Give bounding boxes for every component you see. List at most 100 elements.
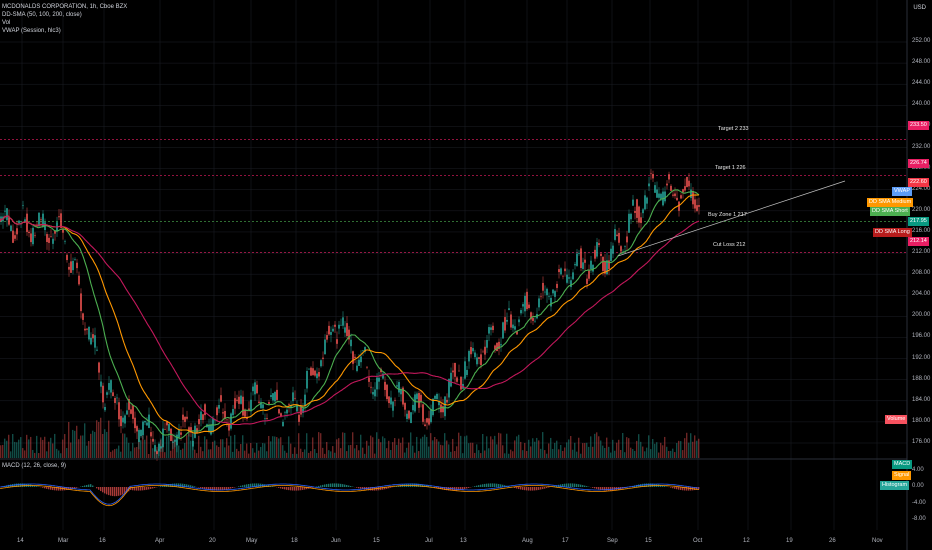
buy-zone-annotation[interactable]: Buy Zone 1 217 (708, 212, 747, 218)
price-tag[interactable]: DD SMA Short (870, 207, 910, 216)
volume-bar (510, 449, 512, 458)
volume-indicator-label[interactable]: Vol (2, 19, 127, 27)
candle-body (410, 412, 412, 423)
price-tag[interactable]: 233.50 (908, 121, 929, 130)
price-tag[interactable]: MACD (892, 460, 913, 469)
candle-body (566, 274, 568, 283)
histogram-bar (482, 484, 484, 487)
candle-body (374, 389, 376, 397)
volume-bar (100, 417, 102, 458)
price-tag[interactable]: Volume (885, 415, 908, 424)
candle-body (642, 209, 644, 214)
price-tag[interactable]: 212.14 (908, 237, 929, 246)
volume-bar (350, 444, 352, 458)
candle-body (450, 372, 452, 387)
volume-bar (562, 450, 564, 458)
histogram-bar (672, 487, 674, 489)
volume-bar (662, 445, 664, 458)
volume-bar (688, 442, 690, 458)
histogram-bar (242, 485, 244, 487)
volume-bar (478, 450, 480, 458)
histogram-bar (302, 487, 304, 490)
candle-body (242, 396, 244, 416)
volume-bar (120, 451, 122, 458)
histogram-bar (100, 487, 102, 492)
candle-body (96, 349, 98, 351)
candle-body (386, 384, 388, 400)
histogram-bar (248, 483, 250, 487)
volume-bar (628, 438, 630, 458)
volume-bar (0, 445, 2, 458)
histogram-bar (532, 487, 534, 491)
symbol-title[interactable]: MCDONALDS CORPORATION, 1h, Cboe BZX (2, 3, 127, 11)
volume-bar (264, 443, 266, 458)
volume-bar (638, 434, 640, 458)
volume-bar (254, 452, 256, 458)
volume-bar (502, 445, 504, 458)
histogram-bar (296, 487, 298, 491)
volume-bar (110, 451, 112, 458)
candle-body (418, 393, 420, 408)
candle-body (70, 261, 72, 273)
candle-body (602, 256, 604, 271)
volume-bar (512, 451, 514, 458)
histogram-bar (106, 487, 108, 495)
candle-body (174, 439, 176, 442)
candle-body (40, 219, 42, 220)
candle-body (80, 293, 82, 312)
volume-bar (270, 441, 272, 458)
macd-tick-label: 4.00 (912, 467, 924, 473)
candle-body (588, 270, 590, 279)
volume-bar (396, 444, 398, 458)
volume-bar (106, 431, 108, 458)
time-tick-label: 14 (17, 538, 24, 544)
histogram-bar (238, 486, 240, 487)
target-2-annotation[interactable]: Target 2 233 (718, 126, 749, 132)
volume-bar (374, 453, 376, 458)
candle-body (180, 432, 182, 435)
volume-bar (520, 441, 522, 458)
volume-bar (644, 451, 646, 458)
cut-loss-annotation[interactable]: Cut Loss 212 (713, 242, 745, 248)
target-1-annotation[interactable]: Target 1 226 (715, 165, 746, 171)
candle-body (156, 451, 158, 455)
volume-bar (48, 441, 50, 458)
price-tag[interactable]: Histogram (880, 481, 910, 490)
volume-bar (294, 447, 296, 458)
price-chart[interactable] (0, 0, 932, 550)
volume-bar (290, 443, 292, 458)
volume-bar (632, 449, 634, 458)
candle-body (696, 205, 698, 211)
candle-body (626, 236, 628, 243)
time-tick-label: 16 (99, 538, 106, 544)
candle-body (134, 417, 136, 429)
price-tag[interactable]: Signal (892, 471, 912, 480)
price-tag[interactable]: 222.60 (908, 178, 929, 187)
histogram-bar (344, 484, 346, 487)
volume-bar (626, 437, 628, 458)
candle-body (202, 414, 204, 420)
volume-bar (484, 450, 486, 458)
price-tag[interactable]: 226.74 (908, 159, 929, 168)
price-tag[interactable]: VWAP (892, 187, 912, 196)
price-tag[interactable]: DD SMA Medium (867, 198, 914, 207)
price-tag[interactable]: DD SMA Long (873, 228, 912, 237)
price-tag[interactable]: 217.95 (908, 217, 929, 226)
volume-bar (588, 446, 590, 458)
volume-bar (318, 432, 320, 458)
price-tick-label: 184.00 (912, 396, 931, 403)
histogram-bar (520, 487, 522, 490)
volume-bar (340, 448, 342, 458)
macd-indicator-label[interactable]: MACD (12, 26, close, 9) (2, 463, 66, 469)
sma-indicator-label[interactable]: DD-SMA (50, 100, 200, close) (2, 11, 127, 19)
volume-bar (496, 444, 498, 458)
volume-bar (612, 439, 614, 458)
candle-body (12, 230, 14, 243)
candle-body (632, 199, 634, 206)
candle-body (558, 269, 560, 273)
histogram-bar (524, 487, 526, 491)
histogram-bar (82, 486, 84, 487)
volume-bar (90, 433, 92, 458)
candle-body (328, 325, 330, 335)
vwap-indicator-label[interactable]: VWAP (Session, hlc3) (2, 27, 127, 35)
